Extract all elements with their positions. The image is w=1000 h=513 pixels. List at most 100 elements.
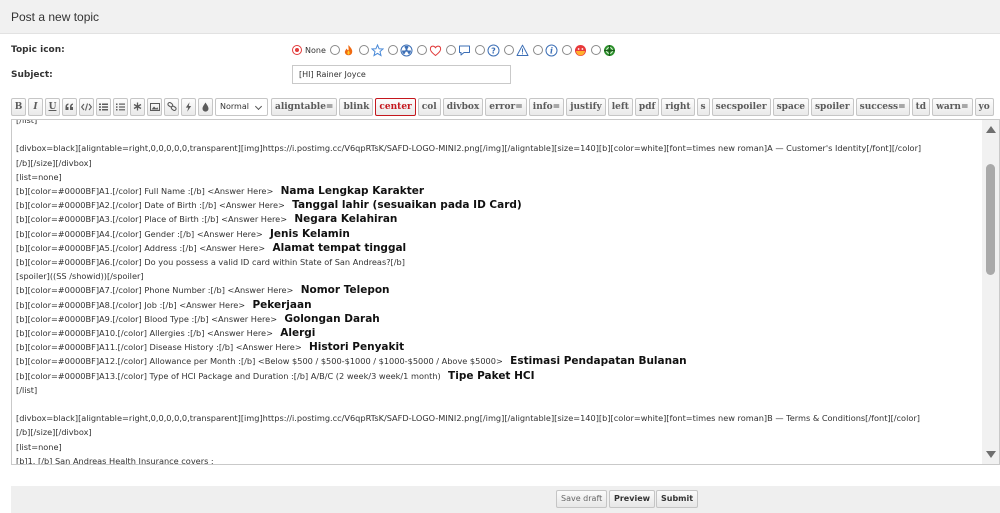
editor-line-text: [b][color=#0000BF]A5.[/color] Address :[… xyxy=(16,242,266,253)
topic-icon-option-info[interactable]: i xyxy=(532,44,558,57)
radio-button[interactable] xyxy=(387,45,398,55)
radio-button[interactable] xyxy=(474,45,485,55)
image-button[interactable] xyxy=(147,98,162,116)
editor-line: [divbox=black][aligntable=right,0,0,0,0,… xyxy=(16,411,978,425)
fire-icon xyxy=(344,44,353,55)
tag-td-button[interactable]: td xyxy=(911,98,931,116)
editor-line: [b][color=#0000BF]A6.[/color] Do you pos… xyxy=(16,255,978,269)
editor-line-text: [b][color=#0000BF]A9.[/color] Blood Type… xyxy=(16,313,278,324)
numbered-list-button[interactable] xyxy=(113,98,128,116)
editor-line: [b][color=#0000BF]A2.[/color] Date of Bi… xyxy=(16,198,978,212)
topic-icon-option-speech[interactable] xyxy=(445,44,471,57)
scroll-thumb[interactable] xyxy=(986,164,995,275)
editor-line-annotation: Jenis Kelamin xyxy=(262,227,350,240)
editor-line: [b][color=#0000BF]A9.[/color] Blood Type… xyxy=(16,312,978,326)
editor-line-annotation: Pekerjaan xyxy=(245,298,312,311)
list-button[interactable] xyxy=(96,98,111,116)
subject-input[interactable]: [HI] Rainer Joyce xyxy=(292,65,511,84)
submit-button[interactable]: Submit xyxy=(656,490,699,508)
editor-line: [b][color=#0000BF]A3.[/color] Place of B… xyxy=(16,212,978,226)
topic-icon-option-radioactive[interactable] xyxy=(387,44,413,57)
topic-icon-option-fire[interactable] xyxy=(329,44,355,57)
editor-line: [/b][/size][/divbox] xyxy=(16,156,978,170)
code-icon xyxy=(80,102,93,111)
flash-button[interactable] xyxy=(181,98,196,116)
tag-center-button[interactable]: center xyxy=(375,98,416,116)
tag-aligntable-button[interactable]: aligntable= xyxy=(271,98,338,116)
scroll-up-icon[interactable] xyxy=(986,126,996,133)
topic-icon-option-red-face[interactable] xyxy=(561,44,587,57)
radio-button[interactable] xyxy=(292,45,302,55)
message-text: [/list] [divbox=black][aligntable=right,0… xyxy=(16,120,978,464)
message-textarea[interactable]: [/list] [divbox=black][aligntable=right,0… xyxy=(11,119,1000,465)
list-item-button[interactable] xyxy=(130,98,145,116)
tag-divbox-button[interactable]: divbox xyxy=(442,98,484,116)
radio-button[interactable] xyxy=(503,45,514,55)
editor-line-text: [b][color=#0000BF]A12.[/color] Allowance… xyxy=(16,356,503,367)
editor-line-text: [b][color=#0000BF]A10.[/color] Allergies… xyxy=(16,328,273,339)
asterisk-icon xyxy=(133,102,142,111)
tag-blink-button[interactable]: blink xyxy=(339,98,374,116)
editor-line: [list=none] xyxy=(16,170,978,184)
editor-line-annotation: Negara Kelahiran xyxy=(287,213,398,226)
radio-button[interactable] xyxy=(532,45,543,55)
radio-button[interactable] xyxy=(561,45,572,55)
page-title: Post a new topic xyxy=(11,10,100,24)
tag-info-button[interactable]: info= xyxy=(528,98,565,116)
radio-button[interactable] xyxy=(590,45,601,55)
radio-button[interactable] xyxy=(416,45,427,55)
tag-justify-button[interactable]: justify xyxy=(566,98,606,116)
tag-success-button[interactable]: success= xyxy=(855,98,910,116)
quote-icon xyxy=(65,103,73,110)
radio-button[interactable] xyxy=(445,45,456,55)
font-color-button[interactable] xyxy=(198,98,213,116)
tag-error-button[interactable]: error= xyxy=(485,98,527,116)
tag-s-button[interactable]: s xyxy=(696,98,710,116)
topic-icon-option-green-face[interactable] xyxy=(590,44,616,57)
bold-button[interactable]: B xyxy=(11,98,26,116)
topic-icon-option-star[interactable] xyxy=(358,43,384,57)
preview-button[interactable]: Preview xyxy=(609,490,656,508)
tag-spoiler-button[interactable]: spoiler xyxy=(810,98,854,116)
topic-icon-option-none[interactable]: None xyxy=(292,45,326,55)
radioactive-icon xyxy=(400,44,413,56)
tag-pdf-button[interactable]: pdf xyxy=(634,98,660,116)
italic-button[interactable]: I xyxy=(28,98,43,116)
editor-line-text: [b][color=#0000BF]A13.[/color] Type of H… xyxy=(16,370,441,381)
topic-icon-option-heart[interactable] xyxy=(416,44,442,57)
editor-line: [divbox=black][aligntable=right,0,0,0,0,… xyxy=(16,141,978,155)
quote-button[interactable] xyxy=(62,98,77,116)
tag-warn-button[interactable]: warn= xyxy=(932,98,973,116)
tag-right-button[interactable]: right xyxy=(661,98,695,116)
editor-line: [b][color=#0000BF]A7.[/color] Phone Numb… xyxy=(16,283,978,297)
editor-line-annotation: Tanggal lahir (sesuaikan pada ID Card) xyxy=(284,199,522,212)
editor-line-text: [list=none] xyxy=(16,171,62,182)
warning-icon xyxy=(516,44,529,56)
editor-scrollbar[interactable] xyxy=(982,120,999,464)
numbered-list-icon xyxy=(116,103,125,110)
radio-button[interactable] xyxy=(329,45,340,55)
heart-icon xyxy=(429,45,442,56)
green-face-icon xyxy=(603,44,615,56)
save-draft-button[interactable]: Save draft xyxy=(556,490,608,508)
link-button[interactable] xyxy=(164,98,179,116)
speech-bubble-icon xyxy=(458,45,470,55)
radio-label: None xyxy=(305,45,326,55)
editor-line-text: [b][color=#0000BF]A2.[/color] Date of Bi… xyxy=(16,200,285,211)
radio-button[interactable] xyxy=(358,45,369,55)
tag-col-button[interactable]: col xyxy=(417,98,441,116)
tag-secspoiler-button[interactable]: secspoiler xyxy=(711,98,771,116)
underline-button[interactable]: U xyxy=(45,98,60,116)
font-size-select[interactable]: Normal xyxy=(215,98,268,116)
tag-yo-button[interactable]: yo xyxy=(974,98,994,116)
editor-line-text: [/list] xyxy=(16,384,38,395)
tag-left-button[interactable]: left xyxy=(607,98,633,116)
topic-icon-option-question[interactable]: ? xyxy=(474,44,500,57)
tag-space-button[interactable]: space xyxy=(772,98,809,116)
topic-icon-options: None ? i xyxy=(292,42,620,58)
editor-line-text: [b][color=#0000BF]A7.[/color] Phone Numb… xyxy=(16,285,294,296)
scroll-down-icon[interactable] xyxy=(986,451,996,458)
topic-icon-option-warning[interactable] xyxy=(503,44,529,57)
editor-line-annotation: Golongan Darah xyxy=(277,312,380,325)
code-button[interactable] xyxy=(79,98,94,116)
